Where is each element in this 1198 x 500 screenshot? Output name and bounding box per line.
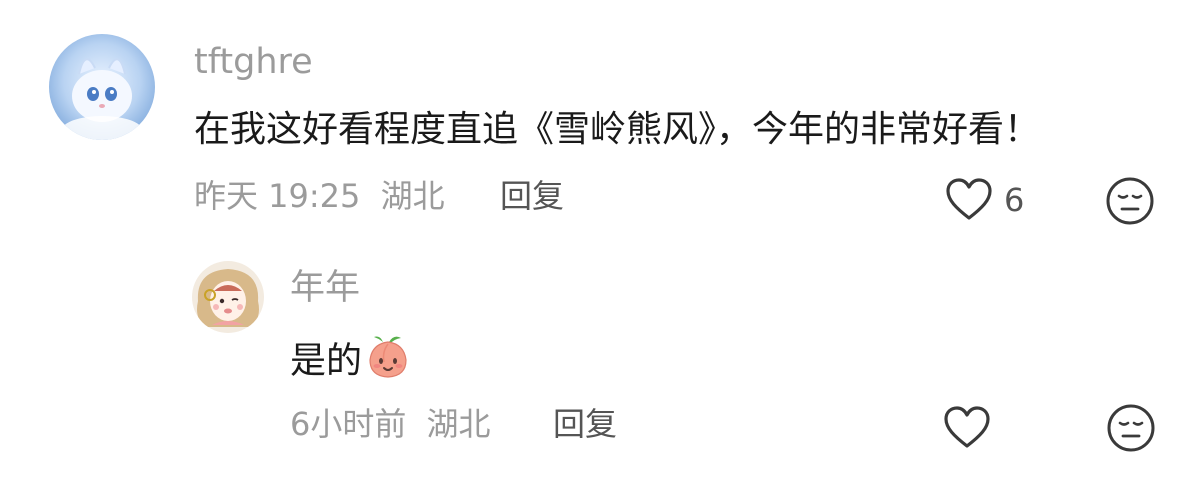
reply-button[interactable]: 回复 [553, 404, 617, 444]
reply-meta: 6小时前 湖北 [290, 404, 491, 444]
comment-time: 昨天 19:25 [194, 177, 361, 215]
comment-meta: 昨天 19:25 湖北 [194, 176, 445, 216]
like-button[interactable] [942, 404, 992, 450]
reply-button[interactable]: 回复 [500, 176, 564, 216]
meh-face-icon [1107, 404, 1155, 452]
like-count: 6 [1004, 181, 1025, 219]
avatar[interactable] [192, 261, 264, 333]
reply-text-label: 是的 [290, 340, 363, 382]
dislike-button[interactable] [1105, 176, 1155, 226]
peach-emoji-icon [364, 332, 412, 391]
reply-time: 6小时前 [290, 405, 407, 443]
avatar[interactable] [49, 34, 155, 140]
comment-location: 湖北 [380, 177, 445, 215]
dislike-button[interactable] [1106, 403, 1156, 453]
reply-text: 是的 [290, 332, 412, 382]
heart-outline-icon [946, 178, 992, 220]
meh-face-icon [1106, 177, 1154, 225]
comment-username[interactable]: tftghre [194, 42, 313, 82]
reply-username[interactable]: 年年 [290, 268, 360, 308]
reply-location: 湖北 [426, 405, 491, 443]
like-button[interactable] [944, 176, 994, 222]
heart-outline-icon [944, 406, 990, 448]
comment-text: 在我这好看程度直追《雪岭熊风》，今年的非常好看！ [194, 109, 1041, 150]
